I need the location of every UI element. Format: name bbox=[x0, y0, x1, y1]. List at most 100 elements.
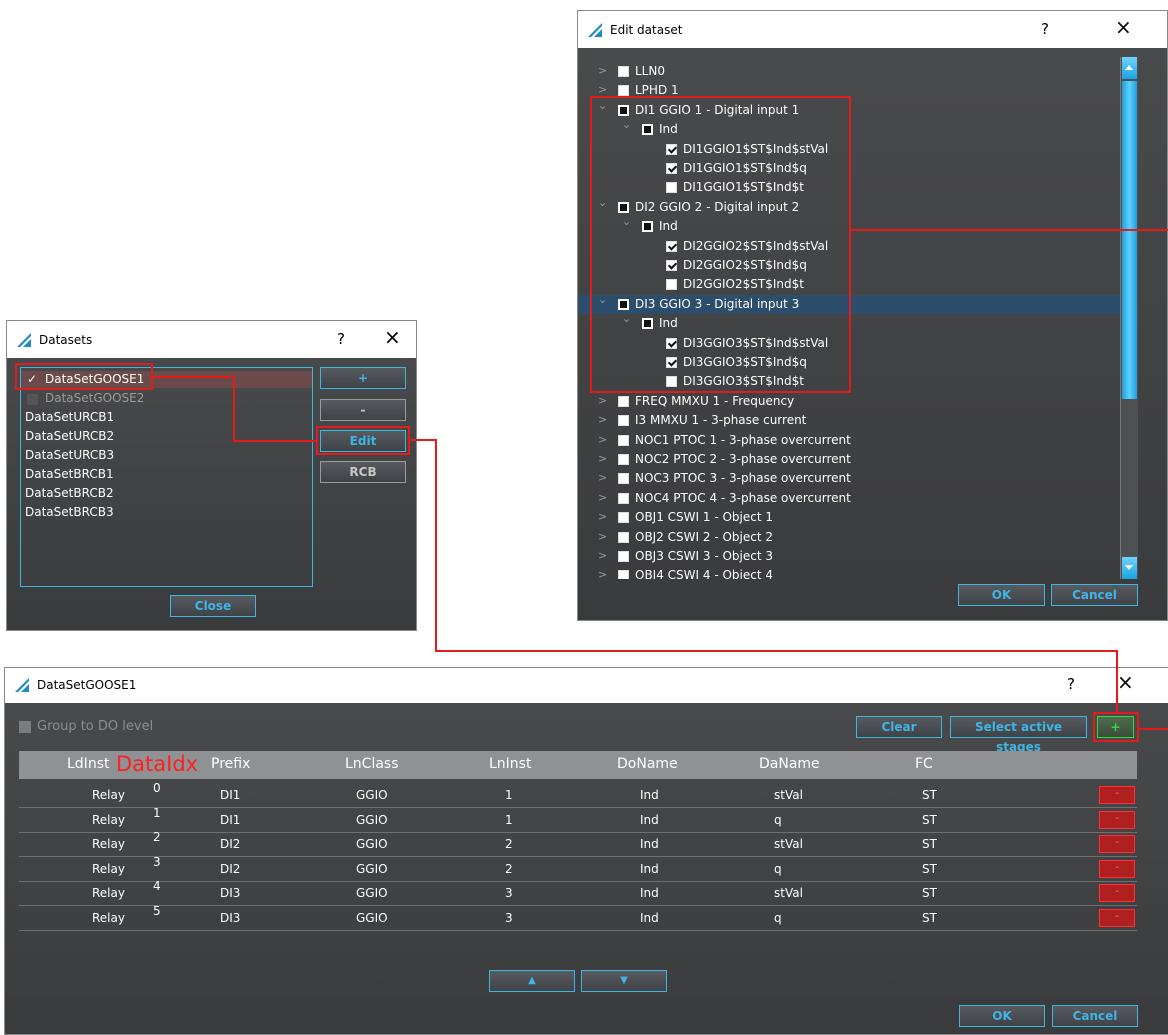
table-row[interactable]: Relay DI3 GGIO 3 Ind q ST 5 - bbox=[19, 904, 1137, 931]
chevron-right-icon[interactable]: > bbox=[598, 491, 607, 504]
datasets-list[interactable]: ✓ DataSetGOOSE1 DataSetGOOSE2 DataSetURC… bbox=[20, 367, 313, 587]
datasets-close-button[interactable]: Close bbox=[170, 595, 256, 617]
goose-help-button[interactable]: ? bbox=[1067, 675, 1075, 693]
tree-checkbox[interactable] bbox=[618, 570, 629, 579]
scroll-down-icon[interactable] bbox=[1122, 557, 1137, 579]
tree-item[interactable]: > NOC3 PTOC 3 - 3-phase overcurrent bbox=[578, 469, 1120, 488]
move-down-button[interactable]: ▼ bbox=[581, 970, 667, 992]
tree-item-label: OBJ3 CSWI 3 - Object 3 bbox=[635, 549, 774, 563]
col-header-prefix[interactable]: Prefix bbox=[211, 756, 250, 772]
datasets-help-button[interactable]: ? bbox=[337, 330, 345, 348]
cell-lnclass: GGIO bbox=[356, 812, 388, 827]
cell-ldinst: Relay bbox=[92, 910, 125, 925]
edit-dataset-ok-button[interactable]: OK bbox=[958, 584, 1045, 606]
tree-checkbox[interactable] bbox=[618, 551, 629, 562]
tree-item[interactable]: > OBJ1 CSWI 1 - Object 1 bbox=[578, 508, 1120, 527]
col-header-ldinst[interactable]: LdInst bbox=[67, 756, 109, 772]
list-item-dataset-urcb2[interactable]: DataSetURCB2 bbox=[25, 429, 114, 443]
col-header-daname[interactable]: DaName bbox=[759, 756, 820, 772]
remove-row-button[interactable]: - bbox=[1099, 908, 1135, 927]
table-row[interactable]: Relay DI1 GGIO 1 Ind q ST 1 - bbox=[19, 806, 1137, 833]
chevron-right-icon[interactable]: > bbox=[598, 433, 607, 446]
edit-dataset-cancel-button[interactable]: Cancel bbox=[1051, 584, 1138, 606]
list-checkbox[interactable] bbox=[27, 394, 38, 405]
annotation-line-goose1-h bbox=[153, 376, 235, 378]
col-header-doname[interactable]: DoName bbox=[617, 756, 678, 772]
chevron-right-icon[interactable]: > bbox=[598, 471, 607, 484]
cell-daname: stVal bbox=[774, 837, 803, 851]
scroll-thumb[interactable] bbox=[1122, 81, 1137, 399]
move-up-button[interactable]: ▲ bbox=[489, 970, 575, 992]
tree-checkbox[interactable] bbox=[618, 492, 629, 504]
chevron-right-icon[interactable]: > bbox=[598, 452, 607, 465]
tree-checkbox[interactable] bbox=[618, 512, 629, 524]
edit-dataset-close-icon[interactable]: × bbox=[1115, 15, 1132, 39]
tree-checkbox[interactable] bbox=[618, 85, 629, 97]
remove-dataset-button[interactable]: - bbox=[320, 399, 406, 421]
group-do-checkbox[interactable] bbox=[19, 721, 31, 733]
chevron-right-icon[interactable]: > bbox=[598, 568, 607, 579]
goose-close-icon[interactable]: × bbox=[1117, 670, 1134, 694]
scroll-up-icon[interactable] bbox=[1122, 57, 1137, 79]
rcb-button[interactable]: RCB bbox=[320, 461, 406, 483]
chevron-right-icon[interactable]: > bbox=[598, 83, 607, 96]
tree-item[interactable]: > OBJ2 CSWI 2 - Object 2 bbox=[578, 528, 1120, 547]
tree-checkbox[interactable] bbox=[618, 531, 629, 543]
col-header-lnclass[interactable]: LnClass bbox=[345, 756, 399, 772]
remove-row-button[interactable]: - bbox=[1099, 884, 1135, 902]
tree-item[interactable]: > FREQ MMXU 1 - Frequency bbox=[578, 392, 1120, 411]
remove-row-button[interactable]: - bbox=[1099, 810, 1135, 829]
goose-cancel-button[interactable]: Cancel bbox=[1052, 1005, 1138, 1027]
chevron-right-icon[interactable]: > bbox=[598, 413, 607, 426]
cell-prefix: DI3 bbox=[220, 886, 241, 900]
table-row[interactable]: Relay DI3 GGIO 3 Ind stVal ST 4 - bbox=[19, 879, 1137, 906]
tree-item[interactable]: > OBJ4 CSWI 4 - Object 4 bbox=[578, 566, 1120, 579]
tree-item-label: I3 MMXU 1 - 3-phase current bbox=[635, 413, 807, 428]
table-row[interactable]: Relay DI2 GGIO 2 Ind q ST 3 - bbox=[19, 855, 1137, 882]
list-item-dataset-brcb1[interactable]: DataSetBRCB1 bbox=[25, 467, 114, 481]
remove-row-button[interactable]: - bbox=[1099, 786, 1135, 804]
tree-checkbox[interactable] bbox=[618, 415, 629, 427]
chevron-right-icon[interactable]: > bbox=[598, 549, 607, 562]
remove-row-button[interactable]: - bbox=[1099, 859, 1135, 878]
remove-row-button[interactable]: - bbox=[1099, 835, 1135, 853]
tree-checkbox[interactable] bbox=[618, 434, 629, 446]
list-item-dataset-brcb2[interactable]: DataSetBRCB2 bbox=[25, 486, 114, 500]
chevron-right-icon[interactable]: > bbox=[598, 394, 607, 407]
tree-checkbox[interactable] bbox=[618, 66, 629, 77]
tree-item[interactable]: > OBJ3 CSWI 3 - Object 3 bbox=[578, 547, 1120, 566]
tree-item[interactable]: > I3 MMXU 1 - 3-phase current bbox=[578, 411, 1120, 430]
tree-checkbox[interactable] bbox=[618, 454, 629, 465]
datasets-title: Datasets bbox=[39, 333, 93, 347]
table-row[interactable]: Relay DI1 GGIO 1 Ind stVal ST 0 - bbox=[19, 781, 1137, 808]
cell-daname: stVal bbox=[774, 788, 803, 802]
add-dataset-button[interactable]: + bbox=[320, 367, 406, 389]
col-header-fc[interactable]: FC bbox=[915, 756, 933, 772]
select-active-stages-button[interactable]: Select active stages bbox=[950, 716, 1087, 754]
list-item-dataset-goose2[interactable]: DataSetGOOSE2 bbox=[45, 391, 144, 405]
app-logo-icon bbox=[17, 333, 31, 347]
col-header-lninst[interactable]: LnInst bbox=[489, 756, 531, 772]
list-item-dataset-urcb1[interactable]: DataSetURCB1 bbox=[25, 410, 114, 424]
table-row[interactable]: Relay DI2 GGIO 2 Ind stVal ST 2 - bbox=[19, 830, 1137, 857]
tree-item[interactable]: > NOC4 PTOC 4 - 3-phase overcurrent bbox=[578, 489, 1120, 508]
list-item-dataset-urcb3[interactable]: DataSetURCB3 bbox=[25, 448, 114, 462]
chevron-right-icon[interactable]: > bbox=[598, 510, 607, 523]
edit-dataset-title: Edit dataset bbox=[610, 23, 683, 37]
cell-daname: q bbox=[774, 861, 782, 876]
tree-item[interactable]: > LLN0 bbox=[578, 62, 1120, 81]
list-item-dataset-brcb3[interactable]: DataSetBRCB3 bbox=[25, 505, 114, 519]
clear-button[interactable]: Clear bbox=[856, 716, 942, 738]
datasets-close-icon[interactable]: × bbox=[384, 325, 401, 349]
chevron-right-icon[interactable]: > bbox=[598, 530, 607, 543]
tree-item[interactable]: > NOC2 PTOC 2 - 3-phase overcurrent bbox=[578, 450, 1120, 469]
tree-item[interactable]: > NOC1 PTOC 1 - 3-phase overcurrent bbox=[578, 431, 1120, 450]
tree-checkbox[interactable] bbox=[618, 395, 629, 407]
goose-ok-button[interactable]: OK bbox=[959, 1005, 1045, 1027]
cell-lninst: 1 bbox=[505, 788, 513, 802]
tree-checkbox[interactable] bbox=[618, 473, 629, 485]
edit-dataset-help-button[interactable]: ? bbox=[1041, 20, 1049, 38]
chevron-right-icon[interactable]: > bbox=[598, 64, 607, 77]
tree-scrollbar[interactable] bbox=[1120, 57, 1138, 579]
cell-fc: ST bbox=[922, 861, 937, 876]
